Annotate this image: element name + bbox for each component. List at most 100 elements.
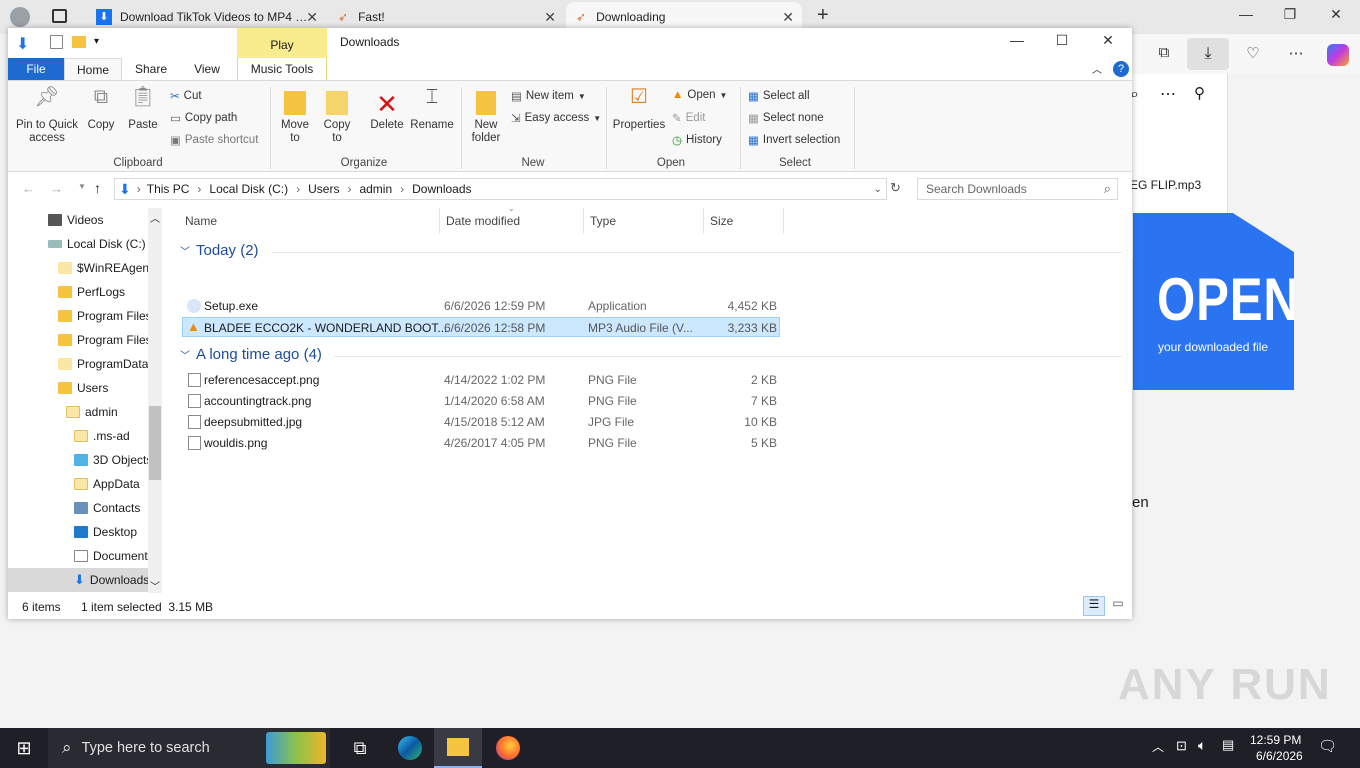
- nav-item-contacts[interactable]: Contacts: [74, 496, 140, 520]
- move-to-button[interactable]: Move to: [276, 91, 314, 145]
- heartbeat-icon[interactable]: ♡: [1242, 44, 1264, 66]
- address-dropdown-icon[interactable]: ⌄: [874, 184, 882, 195]
- file-row[interactable]: deepsubmitted.jpg 4/15/2018 5:12 AM JPG …: [182, 412, 780, 432]
- copy-button[interactable]: ⧉ Copy: [84, 87, 118, 132]
- nav-item-ms-ad[interactable]: .ms-ad: [74, 424, 130, 448]
- address-bar[interactable]: ⬇ › This PC › Local Disk (C:) › Users › …: [114, 178, 887, 200]
- firefox-icon[interactable]: [484, 728, 532, 768]
- input-icon[interactable]: ▤: [1222, 737, 1234, 753]
- tab-home[interactable]: Home: [64, 58, 122, 80]
- task-view-icon[interactable]: ⧉: [336, 728, 384, 768]
- new-tab-button[interactable]: +: [817, 4, 829, 27]
- history-button[interactable]: ◷ History: [672, 133, 722, 147]
- up-icon[interactable]: ↑: [94, 180, 101, 196]
- nav-scrollbar[interactable]: ︿ ﹀: [148, 208, 162, 593]
- more-icon[interactable]: ⋯: [1160, 84, 1176, 104]
- new-item-button[interactable]: ▤ New item ▼: [511, 89, 586, 103]
- nav-item-admin[interactable]: admin: [66, 400, 118, 424]
- new-folder-icon[interactable]: [72, 36, 86, 48]
- nav-item-local-disk[interactable]: Local Disk (C:): [48, 232, 146, 256]
- close-icon[interactable]: ✕: [782, 9, 794, 26]
- paste-shortcut-button[interactable]: ▣ Paste shortcut: [170, 133, 258, 147]
- back-icon[interactable]: ←: [22, 181, 35, 196]
- delete-button[interactable]: ✕ Delete: [368, 91, 406, 132]
- customize-qat-icon[interactable]: ▾: [94, 36, 99, 47]
- context-tab-play[interactable]: Play: [237, 28, 327, 58]
- large-icons-view-button[interactable]: ▭: [1108, 596, 1128, 616]
- copilot-icon[interactable]: [1327, 44, 1349, 66]
- nav-item-desktop[interactable]: Desktop: [74, 520, 137, 544]
- nav-item-program-files[interactable]: Program Files: [58, 304, 152, 328]
- select-all-button[interactable]: ▦ Select all: [748, 89, 810, 103]
- copy-to-button[interactable]: Copy to: [318, 91, 356, 145]
- file-row[interactable]: accountingtrack.png 1/14/2020 6:58 AM PN…: [182, 391, 780, 411]
- properties-icon[interactable]: [50, 35, 63, 49]
- breadcrumb-admin[interactable]: admin: [359, 182, 392, 196]
- close-icon[interactable]: ✕: [306, 9, 318, 26]
- tab-file[interactable]: File: [8, 58, 64, 80]
- select-none-button[interactable]: ▦ Select none: [748, 111, 824, 125]
- file-row[interactable]: ▲ BLADEE ECCO2K - WONDERLAND BOOT... 6/6…: [182, 317, 780, 337]
- file-row[interactable]: Setup.exe 6/6/2026 12:59 PM Application …: [182, 296, 780, 316]
- tab-music-tools[interactable]: Music Tools: [237, 58, 327, 80]
- volume-icon[interactable]: 🔈︎: [1198, 737, 1206, 754]
- scroll-up-icon[interactable]: ︿: [150, 210, 160, 225]
- nav-item-appdata[interactable]: AppData: [74, 472, 140, 496]
- quick-access-down-icon[interactable]: ⬇: [16, 34, 29, 54]
- column-date[interactable]: Date modified: [446, 214, 520, 228]
- new-folder-button[interactable]: New folder: [466, 91, 506, 145]
- file-row[interactable]: referencesaccept.png 4/14/2022 1:02 PM P…: [182, 370, 780, 390]
- file-row[interactable]: wouldis.png 4/26/2017 4:05 PM PNG File 5…: [182, 433, 780, 453]
- file-explorer-taskbar-icon[interactable]: [434, 728, 482, 768]
- scroll-down-icon[interactable]: ﹀: [150, 578, 160, 593]
- start-windows-icon[interactable]: ⊞: [0, 728, 48, 768]
- copy-path-button[interactable]: ▭ Copy path: [170, 111, 237, 125]
- edit-button[interactable]: ✎ Edit: [672, 111, 705, 125]
- nav-item-winreagent[interactable]: $WinREAgent: [58, 256, 152, 280]
- taskbar-search[interactable]: ⌕ Type here to search: [48, 728, 330, 768]
- edge-icon[interactable]: [386, 728, 434, 768]
- pin-quick-access-button[interactable]: 📌︎ Pin to Quick access: [12, 87, 82, 145]
- minimize-icon[interactable]: —: [997, 32, 1037, 48]
- easy-access-button[interactable]: ⇲ Easy access ▼: [511, 111, 601, 125]
- more-icon[interactable]: ⋯: [1285, 44, 1307, 66]
- paste-button[interactable]: 📋︎ Paste: [126, 87, 160, 132]
- clock-time[interactable]: 12:59 PM: [1250, 733, 1301, 747]
- network-icon[interactable]: ⊡: [1176, 738, 1187, 754]
- show-hidden-icons[interactable]: ︿: [1152, 738, 1164, 755]
- breadcrumb-local-disk[interactable]: Local Disk (C:): [209, 182, 288, 196]
- close-icon[interactable]: ✕: [1088, 32, 1128, 49]
- pin-icon[interactable]: ⚲: [1194, 84, 1205, 102]
- collections-icon[interactable]: ⧉: [1153, 44, 1175, 66]
- refresh-icon[interactable]: ↻: [890, 180, 901, 196]
- breadcrumb-users[interactable]: Users: [308, 182, 339, 196]
- details-view-button[interactable]: ☰: [1083, 596, 1105, 616]
- column-name[interactable]: Name: [185, 214, 217, 228]
- nav-item-programdata[interactable]: ProgramData: [58, 352, 148, 376]
- collapse-ribbon-icon[interactable]: ︿: [1092, 61, 1102, 76]
- restore-icon[interactable]: ❐: [1270, 6, 1310, 23]
- forward-icon[interactable]: →: [50, 181, 63, 196]
- properties-button[interactable]: ☑ Properties: [610, 87, 668, 132]
- group-today[interactable]: ﹀ Today (2): [180, 242, 259, 259]
- nav-item-videos[interactable]: Videos: [48, 208, 103, 232]
- close-window-icon[interactable]: ✕: [1316, 6, 1356, 23]
- breadcrumb-this-pc[interactable]: This PC: [147, 182, 190, 196]
- cut-button[interactable]: ✂ Cut: [170, 89, 202, 103]
- open-button[interactable]: ▲ Open ▼: [672, 89, 727, 101]
- tab-share[interactable]: Share: [126, 58, 176, 80]
- open-file-banner[interactable]: OPEN your downloaded file: [1133, 213, 1294, 390]
- column-type[interactable]: Type: [590, 214, 616, 228]
- invert-selection-button[interactable]: ▦ Invert selection: [748, 133, 840, 147]
- maximize-icon[interactable]: ☐: [1042, 32, 1082, 49]
- breadcrumb-downloads[interactable]: Downloads: [412, 182, 471, 196]
- search-input[interactable]: Search Downloads ⌕: [917, 178, 1118, 200]
- group-long-time-ago[interactable]: ﹀ A long time ago (4): [180, 346, 322, 363]
- recent-locations-icon[interactable]: ▼: [78, 182, 86, 191]
- tab-actions-icon[interactable]: [52, 9, 67, 23]
- nav-item-program-files-x86[interactable]: Program Files: [58, 328, 152, 352]
- minimize-icon[interactable]: —: [1226, 6, 1266, 22]
- clock-date[interactable]: 6/6/2026: [1256, 749, 1303, 763]
- notifications-icon[interactable]: 🗨︎: [1318, 737, 1337, 755]
- rename-button[interactable]: ⌶ Rename: [408, 87, 456, 132]
